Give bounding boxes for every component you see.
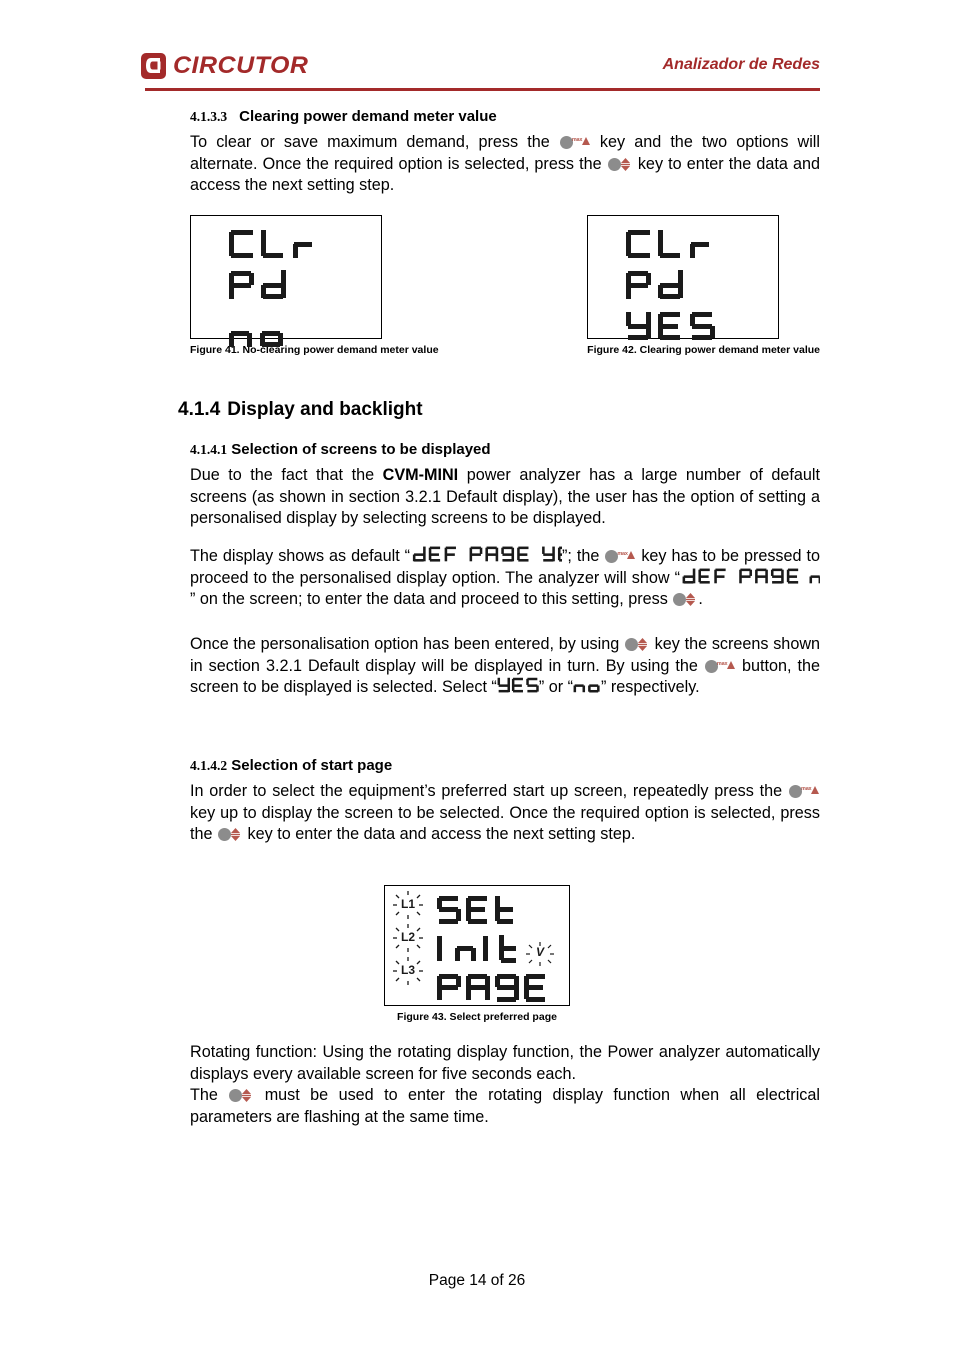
text-run: The display shows as default “: [190, 547, 411, 565]
lcd-line-3: [228, 317, 358, 349]
max-up-key-icon: max: [559, 135, 590, 150]
heading-text: Display and backlight: [227, 399, 423, 420]
max-label: max: [617, 551, 628, 557]
lcd-inline-yes: [497, 677, 539, 694]
paragraph-default-page: The display shows as default “ ”; the ma…: [190, 546, 820, 611]
double-arrow-vertical-icon: [620, 157, 631, 172]
header-divider: [145, 88, 820, 91]
lcd-line-1: [436, 894, 562, 925]
paragraph-4-1-3-3: To clear or save maximum demand, press t…: [190, 132, 820, 197]
text-run: To clear or save maximum demand, press t…: [190, 133, 559, 151]
heading-number: 4.1.4: [178, 399, 221, 420]
heading-number: 4.1.3.3: [190, 109, 228, 124]
rotating-function-block: Rotating function: Using the rotating di…: [190, 1042, 820, 1128]
text-run: Due to the fact that the: [190, 466, 383, 484]
max-label: max: [571, 137, 583, 143]
section-4-1-3-3: 4.1.3.3 Clearing power demand meter value…: [190, 108, 820, 197]
heading-number: 4.1.4.1: [190, 442, 228, 457]
paragraph-personalisation: Once the personalisation option has been…: [190, 634, 820, 699]
header-title: Analizador de Redes: [662, 56, 820, 73]
double-arrow-vertical-icon: [241, 1088, 252, 1103]
lcd-inline-def-page-yes: [410, 546, 563, 563]
lcd-inline-no: [573, 677, 601, 694]
text-run: .: [698, 590, 703, 608]
paragraph-4-1-4-1: Due to the fact that the CVM-MINI power …: [190, 465, 820, 530]
lcd-display-42: [587, 215, 780, 342]
max-up-key-icon: max: [605, 549, 636, 564]
text-run: In order to select the equipment’s prefe…: [190, 782, 788, 800]
phase-indicator-column: L1 L2 L3: [391, 891, 425, 993]
figure-42-caption: Figure 42. Clearing power demand meter v…: [587, 344, 820, 356]
paragraph-rotating-1: Rotating function: Using the rotating di…: [190, 1043, 820, 1083]
paragraph-body: The display shows as default “ ”; the ma…: [190, 546, 820, 611]
heading-text: Selection of screens to be displayed: [231, 441, 491, 458]
phase-label: L3: [400, 963, 415, 977]
lcd-line-3: [625, 310, 755, 342]
triangle-up-icon: [627, 551, 636, 559]
page-number-text: Page 14 of 26: [428, 1272, 526, 1289]
figure-41: Figure 41. No-clearing power demand mete…: [190, 215, 439, 357]
circutor-c-logo-icon: [140, 52, 167, 80]
phase-indicator-l3: L3: [391, 957, 425, 993]
lcd-line-2: [625, 269, 755, 301]
triangle-up-icon: [811, 786, 819, 794]
up-down-arrow-key-icon: [218, 827, 242, 842]
lcd-inline-def-page-no: [680, 568, 820, 585]
text-run: ” on the screen; to enter the data and p…: [190, 590, 673, 608]
text-run: ” or “: [538, 678, 573, 696]
lcd-line-1: [228, 228, 358, 260]
page-header: CIRCUTOR Analizador de Redes: [140, 48, 820, 92]
phase-label: L2: [400, 930, 415, 944]
text-run: The: [190, 1086, 229, 1104]
figure-43-caption: Figure 43. Select preferred page: [397, 1011, 557, 1023]
up-down-arrow-key-icon: [229, 1088, 253, 1103]
text-run: ” respectively.: [601, 678, 700, 696]
up-down-arrow-key-icon: [607, 157, 632, 172]
text-run: ”; the: [562, 547, 605, 565]
heading-text: Clearing power demand meter value: [239, 108, 497, 125]
cvm-mini-term: CVM-MINI: [382, 466, 459, 484]
figure-43-wrapper: L1 L2 L3 V Figure 43. Select preferred p…: [0, 885, 954, 1025]
heading-number: 4.1.4.2: [190, 758, 228, 773]
heading-4-1-4-2: 4.1.4.2 Selection of start page: [190, 757, 820, 775]
triangle-up-icon: [581, 137, 590, 145]
double-arrow-vertical-icon: [685, 592, 696, 607]
figure-row-41-42: Figure 41. No-clearing power demand mete…: [190, 215, 820, 357]
page-footer: Page 14 of 26: [0, 1272, 954, 1290]
unit-indicator-v: V: [525, 941, 555, 967]
heading-text: Selection of start page: [231, 757, 393, 774]
double-arrow-vertical-icon: [230, 827, 241, 842]
section-4-1-4: 4.1.4 Display and backlight: [178, 398, 820, 422]
up-down-arrow-key-icon: [624, 637, 649, 652]
heading-4-1-3-3: 4.1.3.3 Clearing power demand meter value: [190, 108, 820, 126]
lcd-line-1: [625, 228, 755, 260]
lcd-line-3: [436, 972, 562, 1003]
double-arrow-vertical-icon: [637, 637, 648, 652]
text-run: key to enter the data and access the nex…: [243, 825, 636, 843]
section-4-1-4-1: 4.1.4.1 Selection of screens to be displ…: [190, 441, 820, 530]
text-run: must be used to enter the rotating displ…: [190, 1086, 820, 1126]
max-up-key-icon: max: [704, 659, 735, 674]
circutor-logo: CIRCUTOR: [140, 52, 308, 80]
figure-42: Figure 42. Clearing power demand meter v…: [587, 215, 820, 357]
paragraph-rotating-2: The must be used to enter the rotating d…: [190, 1085, 820, 1128]
heading-4-1-4: 4.1.4 Display and backlight: [178, 398, 820, 422]
unit-label: V: [535, 945, 544, 959]
heading-4-1-4-1: 4.1.4.1 Selection of screens to be displ…: [190, 441, 820, 459]
section-4-1-4-2: 4.1.4.2 Selection of start page In order…: [190, 757, 820, 846]
paragraph-body: Once the personalisation option has been…: [190, 634, 820, 699]
circutor-wordmark: CIRCUTOR: [173, 52, 309, 79]
text-run: Once the personalisation option has been…: [190, 635, 624, 653]
figure-43: L1 L2 L3 V Figure 43. Select preferred p…: [384, 885, 570, 1024]
lcd-display-43: L1 L2 L3 V: [384, 885, 570, 1006]
max-label: max: [801, 786, 812, 792]
lcd-line-2: [228, 269, 358, 301]
up-down-arrow-key-icon: [673, 592, 697, 607]
lcd-display-41: [190, 215, 382, 347]
phase-label: L1: [400, 897, 415, 911]
triangle-up-icon: [726, 660, 735, 669]
paragraph-4-1-4-2: In order to select the equipment’s prefe…: [190, 781, 820, 846]
max-label: max: [716, 660, 728, 667]
max-up-key-icon: max: [789, 784, 819, 799]
